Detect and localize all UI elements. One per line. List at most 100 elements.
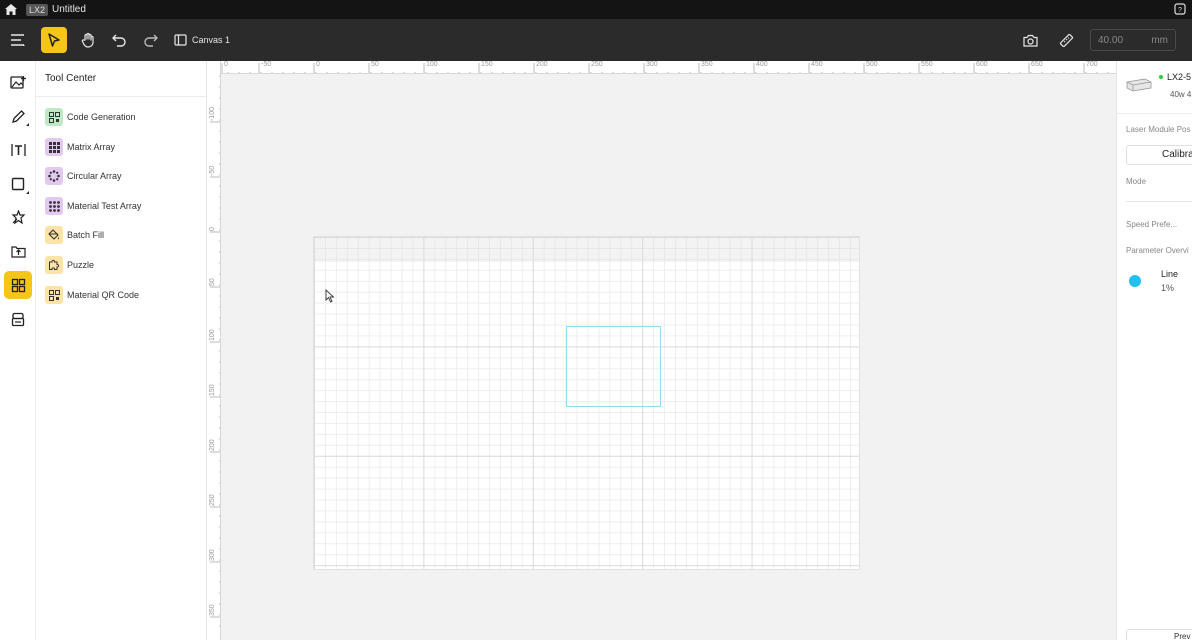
laser-module-label: Laser Module Pos: [1126, 125, 1191, 134]
help-icon[interactable]: ?: [1174, 3, 1186, 15]
import-icon[interactable]: [4, 237, 32, 265]
ruler-label: 50: [371, 61, 379, 68]
ruler-label: 250: [209, 494, 216, 506]
layer-color-swatch[interactable]: [1129, 275, 1141, 287]
redo-icon[interactable]: [138, 27, 164, 53]
tab-canvas-1[interactable]: Canvas 1: [174, 33, 230, 47]
ruler-vertical: -100 -50 0 50 100 150 200 250 300 350: [207, 61, 221, 640]
ruler-label: 350: [701, 61, 713, 68]
param-name: Line: [1161, 269, 1179, 279]
ruler-label: 450: [811, 61, 823, 68]
home-icon[interactable]: [0, 0, 22, 19]
ruler-label: 700: [1086, 61, 1098, 68]
camera-icon[interactable]: [1017, 27, 1043, 53]
ruler-label: 50: [209, 278, 216, 286]
title-bar: LX2 Untitled ?: [0, 0, 1192, 19]
tool-item-circular-array[interactable]: Circular Array: [45, 167, 122, 185]
tool-item-batch-fill[interactable]: Batch Fill: [45, 226, 104, 244]
calibrate-button[interactable]: Calibra: [1126, 145, 1192, 165]
qr-code-icon: [45, 286, 63, 304]
measure-icon[interactable]: [1053, 27, 1079, 53]
tool-item-matrix-array[interactable]: Matrix Array: [45, 138, 115, 156]
ruler-label: 200: [209, 439, 216, 451]
tool-item-material-test-array[interactable]: Material Test Array: [45, 197, 141, 215]
menu-icon[interactable]: [5, 27, 31, 53]
canvas-tab-icon: [174, 34, 187, 46]
size-input[interactable]: 40.00 mm: [1090, 29, 1176, 51]
mode-label: Mode: [1126, 177, 1147, 186]
material-library-icon[interactable]: [4, 305, 32, 333]
canvas-tab-label: Canvas 1: [192, 35, 231, 45]
tool-item-label: Circular Array: [67, 171, 122, 181]
shape-icon[interactable]: [4, 170, 32, 198]
tool-center-icon[interactable]: [4, 271, 32, 299]
speed-preference-label: Speed Prefe...: [1126, 220, 1178, 229]
tool-item-puzzle[interactable]: Puzzle: [45, 256, 94, 274]
app-badge: LX2: [26, 3, 49, 16]
ruler-horizontal: 0 -50 0 50 100 150 200 250 300 350 400 4…: [217, 61, 1116, 74]
connection-dot: [1159, 75, 1163, 79]
tool-item-label: Material Test Array: [67, 201, 142, 211]
device-spec: 40w 4: [1170, 90, 1192, 99]
document-title: Untitled: [52, 4, 86, 15]
device-status[interactable]: LX2-5: [1159, 72, 1191, 82]
ruler-label: 500: [866, 61, 878, 68]
ruler-label: -100: [209, 106, 216, 121]
right-panel: LX2-5 40w 4 Laser Module Pos Calibra Mod…: [1116, 61, 1192, 640]
param-value: 1%: [1161, 283, 1175, 293]
device-name: LX2-5: [1167, 72, 1192, 82]
left-toolbar: [0, 61, 36, 640]
tool-item-label: Batch Fill: [67, 230, 105, 240]
main-toolbar: Canvas 1 40.00 mm: [0, 19, 1192, 61]
tool-center-panel: Tool Center Code Generation Matrix Array…: [36, 61, 207, 640]
ruler-label: 550: [921, 61, 933, 68]
ruler-label: 0: [209, 227, 216, 231]
tool-item-code-generation[interactable]: Code Generation: [45, 108, 136, 126]
svg-text:?: ?: [1178, 7, 1182, 14]
ruler-label: 350: [209, 604, 216, 616]
pen-icon[interactable]: [4, 102, 32, 130]
ruler-label: 100: [209, 329, 216, 341]
magic-tool-icon[interactable]: [4, 203, 32, 231]
tool-item-label: Code Generation: [67, 112, 136, 122]
panel-title: Tool Center: [45, 73, 97, 84]
dots-grid-icon: [45, 197, 63, 215]
select-arrow-icon[interactable]: [41, 27, 67, 53]
text-icon[interactable]: [4, 136, 32, 164]
board-top-band: [314, 237, 859, 262]
laser-device-icon: [1125, 75, 1153, 93]
ruler-label: 300: [209, 549, 216, 561]
tool-item-label: Matrix Array: [67, 142, 116, 152]
divider: [1117, 113, 1192, 114]
ruler-label: 100: [426, 61, 438, 68]
tool-item-label: Puzzle: [67, 260, 95, 270]
puzzle-icon: [45, 256, 63, 274]
ruler-label: 300: [646, 61, 658, 68]
ruler-label: 400: [756, 61, 768, 68]
ruler-label: 250: [591, 61, 603, 68]
selected-rectangle[interactable]: [566, 326, 661, 407]
fill-bucket-icon: [45, 226, 63, 244]
tool-item-material-qr-code[interactable]: Material QR Code: [45, 286, 139, 304]
undo-icon[interactable]: [106, 27, 132, 53]
ruler-label: 150: [209, 384, 216, 396]
preview-button[interactable]: Prev: [1126, 629, 1192, 640]
hand-pan-icon[interactable]: [75, 27, 101, 53]
mouse-cursor-icon: [325, 288, 335, 308]
ruler-label: -50: [209, 165, 216, 176]
circular-array-icon: [45, 167, 63, 185]
parameter-overview-label: Parameter Overvi: [1126, 246, 1189, 255]
ruler-label: 650: [1031, 61, 1043, 68]
divider: [36, 96, 206, 97]
size-unit: mm: [1151, 34, 1168, 46]
grid-icon: [45, 138, 63, 156]
image-add-icon[interactable]: [4, 68, 32, 96]
qr-code-icon: [45, 108, 63, 126]
ruler-label: -50: [261, 61, 272, 68]
ruler-label: 600: [976, 61, 988, 68]
ruler-label: 150: [481, 61, 493, 68]
size-input-value: 40.00: [1098, 34, 1124, 46]
tool-item-label: Material QR Code: [67, 290, 140, 300]
ruler-label: 0: [224, 61, 228, 68]
mode-select[interactable]: [1126, 201, 1192, 202]
